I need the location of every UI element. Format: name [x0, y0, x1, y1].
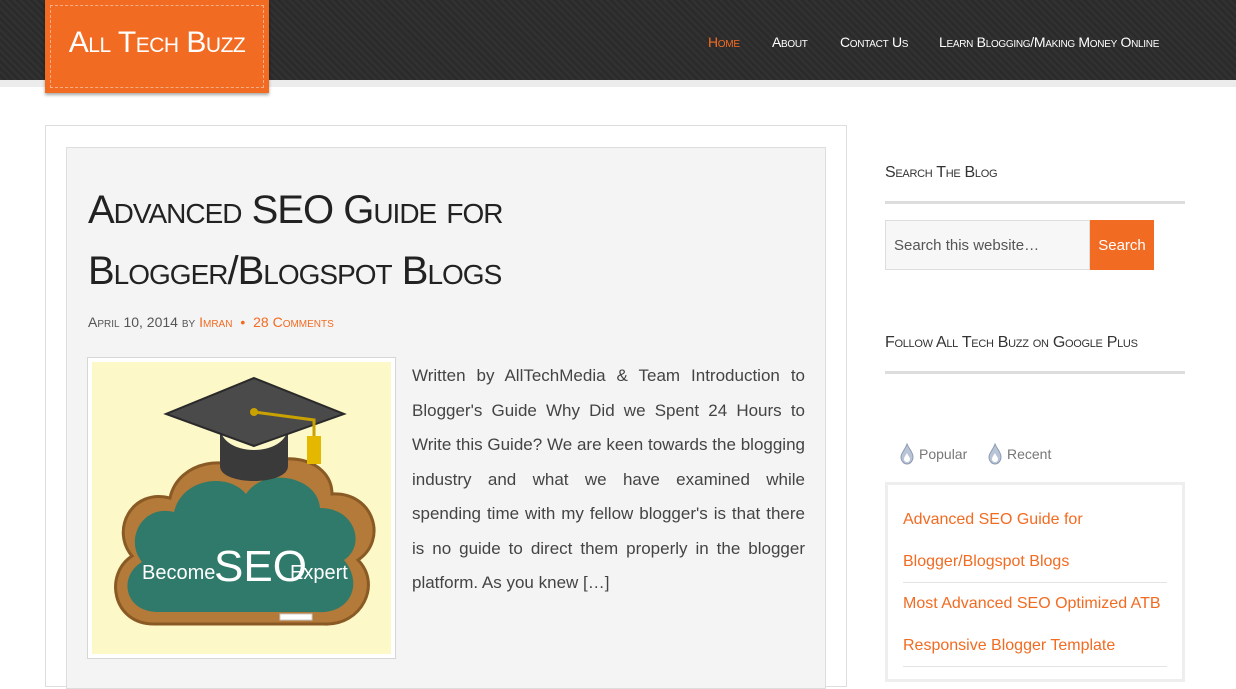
post-title[interactable]: Advanced SEO Guide for Blogger/Blogspot …	[88, 180, 788, 302]
post-author-link[interactable]: Imran	[199, 314, 232, 330]
site-logo[interactable]: All Tech Buzz	[45, 0, 269, 93]
follow-widget-title: Follow All Tech Buzz on Google Plus	[885, 334, 1138, 351]
sidebar-post-link[interactable]: Most Advanced SEO Optimized ATB Responsi…	[903, 583, 1171, 667]
seo-graduation-illustration: Become SEO Expert	[92, 362, 391, 654]
logo-text[interactable]: All Tech Buzz	[45, 26, 269, 60]
search-input[interactable]	[885, 220, 1090, 270]
flame-icon	[988, 442, 1002, 468]
nav-contact-us[interactable]: Contact Us	[840, 34, 908, 50]
search-widget-rule	[885, 201, 1185, 204]
post-by-label: by	[181, 314, 196, 330]
nav-learn-blogging[interactable]: Learn Blogging/Making Money Online	[939, 34, 1159, 50]
post-thumbnail[interactable]: Become SEO Expert	[87, 357, 396, 659]
post-excerpt: Written by AllTechMedia & Team Introduct…	[412, 366, 805, 592]
cap-tassel	[307, 436, 321, 464]
nav-about[interactable]: About	[772, 34, 808, 50]
tab-recent[interactable]: Recent	[988, 442, 1052, 468]
sidebar-post-link[interactable]: Advanced SEO Guide for Blogger/Blogspot …	[903, 499, 1171, 583]
tab-popular[interactable]: Popular	[900, 442, 968, 468]
post-comments-link[interactable]: 28 Comments	[253, 314, 334, 330]
follow-widget-rule	[885, 371, 1185, 374]
search-button[interactable]: Search	[1090, 220, 1154, 270]
search-widget-title: Search The Blog	[885, 164, 998, 181]
post-meta: April 10, 2014 by Imran • 28 Comments	[88, 314, 334, 330]
post-divider	[903, 666, 1167, 667]
meta-separator: •	[240, 314, 246, 330]
tab-recent-label: Recent	[1007, 446, 1052, 463]
tab-popular-label: Popular	[919, 446, 968, 463]
illustration-word-expert: Expert	[290, 562, 348, 584]
flame-icon	[900, 442, 914, 468]
nav-home[interactable]: Home	[708, 34, 740, 50]
chalk	[279, 613, 313, 621]
illustration-word-become: Become	[142, 562, 215, 584]
post-date: April 10, 2014	[88, 314, 178, 330]
